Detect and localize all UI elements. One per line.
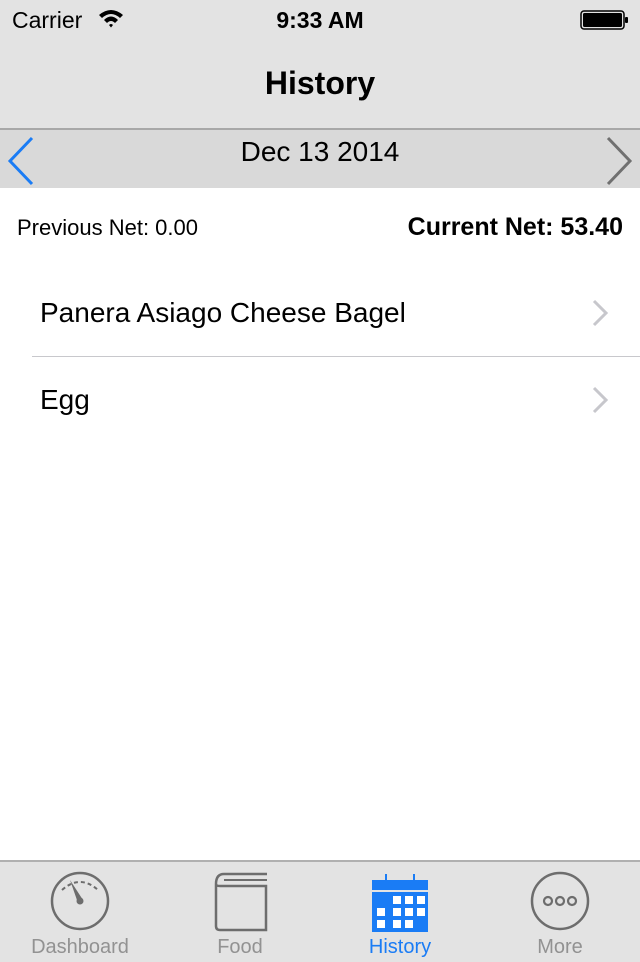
more-icon [530,870,590,932]
tab-bar: Dashboard Food History More [0,860,640,962]
current-net: Current Net: 53.40 [407,213,623,241]
book-icon [210,870,270,932]
tab-label: More [537,936,583,958]
status-bar: Carrier 9:33 AM [0,0,640,40]
battery-full-icon [580,10,630,35]
tab-label: Food [217,936,263,958]
tab-dashboard[interactable]: Dashboard [0,862,160,962]
tab-food[interactable]: Food [160,862,320,962]
next-day-button[interactable] [600,134,640,186]
tab-label: Dashboard [31,936,129,958]
list-item[interactable]: Panera Asiago Cheese Bagel [0,270,640,357]
disclosure-chevron-icon [590,298,610,333]
item-label: Egg [40,384,90,415]
clock: 9:33 AM [276,7,364,33]
chevron-right-icon [606,136,633,186]
food-history-list: Panera Asiago Cheese Bagel Egg [0,270,640,444]
item-label: Panera Asiago Cheese Bagel [40,297,406,328]
previous-net: Previous Net: 0.00 [17,215,198,240]
list-item[interactable]: Egg [0,357,640,444]
tab-label: History [368,936,432,958]
current-date: Dec 13 2014 [240,136,400,167]
disclosure-chevron-icon [590,385,610,420]
navigation-bar: History [0,40,640,130]
gauge-icon [50,870,110,932]
net-summary: Previous Net: 0.00 Current Net: 53.40 [0,188,640,268]
date-navigator: Dec 13 2014 [0,130,640,188]
tab-more[interactable]: More [480,862,640,962]
page-title: History [264,65,376,101]
tab-history[interactable]: History [320,862,480,962]
calendar-icon [370,870,430,932]
